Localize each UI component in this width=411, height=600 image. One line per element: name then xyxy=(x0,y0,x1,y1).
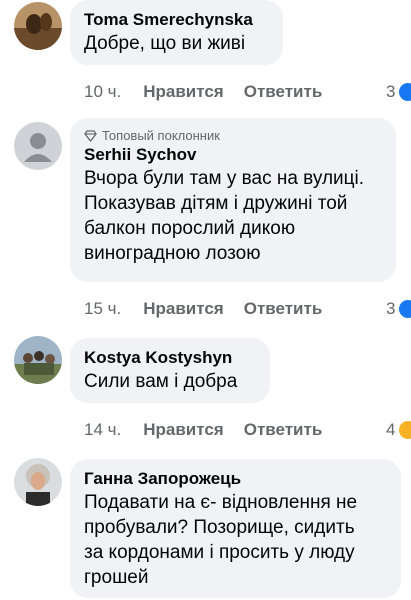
avatar-photo xyxy=(14,458,62,506)
comment-time[interactable]: 14 ч. xyxy=(84,420,121,440)
avatar[interactable] xyxy=(14,2,62,50)
comment-author[interactable]: Kostya Kostyshyn xyxy=(84,347,256,369)
comment-text-line: Вчора були там у вас на вулиці. xyxy=(84,168,365,189)
reaction-count: 4 xyxy=(386,420,396,439)
avatar-photo xyxy=(14,2,62,50)
like-button[interactable]: Нравится xyxy=(143,299,224,319)
comment-text-line: за кордонами і просить у люду xyxy=(84,542,355,563)
comment-time[interactable]: 10 ч. xyxy=(84,82,121,102)
reactions-summary[interactable]: 4 xyxy=(386,418,411,442)
comment-actions: 14 ч. Нравится Ответить xyxy=(84,418,342,442)
comment-text-line: пробували? Позорище, сидить xyxy=(84,517,355,538)
comment-actions: 10 ч. Нравится Ответить xyxy=(84,80,342,104)
diamond-icon xyxy=(84,129,97,142)
like-button[interactable]: Нравится xyxy=(143,420,224,440)
comment-bubble: Toma Smerechynska Добре, що ви живі xyxy=(70,0,283,65)
comment-time[interactable]: 15 ч. xyxy=(84,299,121,319)
comment-author[interactable]: Serhii Sychov xyxy=(84,144,382,166)
comment-text-line: грошей xyxy=(84,567,149,588)
avatar[interactable] xyxy=(14,336,62,384)
reply-button[interactable]: Ответить xyxy=(244,299,323,319)
top-fan-badge[interactable]: Топовый поклонник xyxy=(84,127,382,144)
comment-text: Добре, що ви живі xyxy=(84,33,246,54)
badge-label: Топовый поклонник xyxy=(102,128,220,143)
avatar-photo xyxy=(14,336,62,384)
reactions-summary[interactable]: 3 xyxy=(386,297,411,321)
comment-bubble: Топовый поклонник Serhii Sychov Вчора бу… xyxy=(70,118,396,282)
reply-button[interactable]: Ответить xyxy=(244,420,323,440)
love-reaction-icon xyxy=(399,421,411,439)
comment-text-line: балкон порослий дикою xyxy=(84,218,296,239)
reaction-count: 3 xyxy=(386,299,396,318)
avatar[interactable] xyxy=(14,122,62,170)
reaction-count: 3 xyxy=(386,82,396,101)
like-reaction-icon xyxy=(399,300,411,318)
reactions-summary[interactable]: 3 xyxy=(386,80,411,104)
like-reaction-icon xyxy=(399,83,411,101)
comment-author[interactable]: Toma Smerechynska xyxy=(84,9,269,31)
comment-bubble: Ганна Запорожець Подавати на є- відновле… xyxy=(70,459,401,598)
comment-author[interactable]: Ганна Запорожець xyxy=(84,468,387,490)
like-button[interactable]: Нравится xyxy=(143,82,224,102)
reply-button[interactable]: Ответить xyxy=(244,82,323,102)
comment-text-line: виноградною лозою xyxy=(84,243,261,264)
avatar[interactable] xyxy=(14,458,62,506)
comment-text: Сили вам і добра xyxy=(84,371,238,392)
default-profile-icon xyxy=(14,122,62,170)
comment-text-line: Показував дітям і дружині той xyxy=(84,193,348,214)
comment-text-line: Подавати на є- відновлення не xyxy=(84,492,358,513)
comment-bubble: Kostya Kostyshyn Сили вам і добра xyxy=(70,338,270,403)
comment-actions: 15 ч. Нравится Ответить xyxy=(84,297,342,321)
